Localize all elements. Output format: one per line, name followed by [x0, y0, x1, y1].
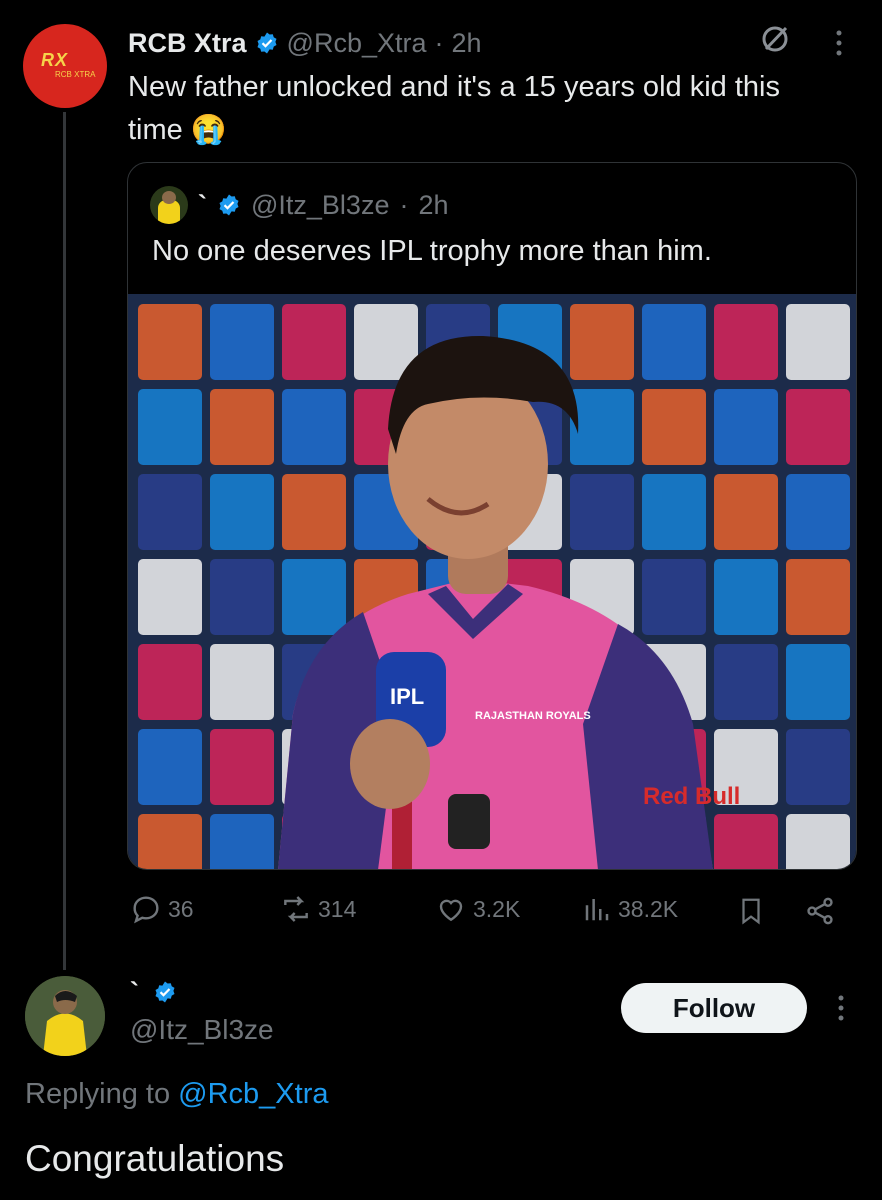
- jersey-text: RAJASTHAN ROYALS: [475, 710, 591, 722]
- replying-prefix: Replying to: [25, 1078, 171, 1110]
- reply-action[interactable]: 36: [130, 893, 194, 925]
- sponsor-tile: [642, 304, 706, 380]
- reply-text: Congratulations: [25, 1138, 285, 1179]
- sponsor-tile: [282, 559, 346, 635]
- sponsor-tile: [714, 814, 778, 869]
- sponsor-tile: [714, 389, 778, 465]
- dot-separator: ·: [434, 27, 444, 58]
- author-name[interactable]: RCB Xtra: [128, 28, 247, 59]
- share-icon[interactable]: [804, 895, 836, 927]
- sponsor-tile: [210, 644, 274, 720]
- author-handle[interactable]: @Rcb_Xtra: [287, 28, 427, 59]
- views-count: 38.2K: [618, 895, 679, 922]
- grok-icon[interactable]: [758, 22, 792, 56]
- mic-text: IPL: [390, 684, 424, 709]
- thread-line: [63, 112, 66, 970]
- sponsor-tile: [714, 474, 778, 550]
- more-icon[interactable]: [836, 30, 842, 56]
- tweet-text: New father unlocked and it's a 15 years …: [128, 71, 780, 146]
- sponsor-tile: [138, 729, 202, 805]
- like-count: 3.2K: [473, 895, 521, 922]
- quote-handle: @Itz_Bl3ze: [251, 189, 390, 220]
- sponsor-tile: [138, 304, 202, 380]
- sponsor-text: Red Bull: [643, 783, 740, 810]
- reply-count: 36: [168, 895, 194, 922]
- quote-author-name: `: [198, 189, 207, 220]
- views-action[interactable]: 38.2K: [582, 893, 678, 925]
- sponsor-tile: [570, 389, 634, 465]
- verified-icon: [219, 194, 239, 216]
- sponsor-tile: [642, 389, 706, 465]
- quote-card[interactable]: ` @Itz_Bl3ze · 2h No one deserves IPL trop…: [127, 162, 857, 870]
- verified-icon: [257, 32, 277, 54]
- bookmark-icon[interactable]: [736, 895, 766, 927]
- sponsor-tile: [138, 389, 202, 465]
- reply-author-name[interactable]: `: [130, 977, 139, 1008]
- sponsor-tile: [210, 729, 274, 805]
- sponsor-tile: [786, 389, 850, 465]
- sponsor-tile: [210, 559, 274, 635]
- quote-time: 2h: [418, 189, 449, 220]
- like-icon: [439, 899, 463, 922]
- quote-avatar: [150, 186, 188, 224]
- reply-avatar[interactable]: [25, 976, 105, 1056]
- sponsor-tile: [210, 389, 274, 465]
- reply-icon: [133, 896, 159, 924]
- sponsor-tile: [642, 559, 706, 635]
- sponsor-tile: [786, 644, 850, 720]
- sponsor-tile: [714, 304, 778, 380]
- sponsor-tile: [210, 814, 274, 869]
- avatar-logo: RX: [41, 50, 69, 70]
- more-icon[interactable]: [838, 995, 844, 1021]
- sponsor-tile: [282, 389, 346, 465]
- sponsor-tile: [642, 474, 706, 550]
- dot-separator: ·: [399, 189, 409, 220]
- replying-mention[interactable]: @Rcb_Xtra: [178, 1078, 328, 1110]
- reply-avatar-photo: [25, 976, 105, 1056]
- follow-button[interactable]: Follow: [621, 983, 807, 1033]
- reply-header: `: [130, 974, 177, 1010]
- sponsor-tile: [714, 559, 778, 635]
- quote-text: No one deserves IPL trophy more than him…: [152, 235, 712, 267]
- avatar-logo-sub: RCB XTRA: [55, 70, 96, 79]
- like-action[interactable]: 3.2K: [435, 893, 520, 925]
- verified-icon: [155, 981, 175, 1003]
- sponsor-tile: [210, 304, 274, 380]
- action-bar: 36 314 3.2K 38.2K: [130, 893, 840, 929]
- sponsor-tile: [138, 814, 202, 869]
- sponsor-tile: [138, 644, 202, 720]
- sponsor-tile: [570, 474, 634, 550]
- sponsor-tile: [786, 304, 850, 380]
- retweet-icon: [284, 896, 308, 922]
- sponsor-tile: [282, 474, 346, 550]
- quote-image[interactable]: IPL RAJASTHAN ROYALS Red Bull: [128, 294, 856, 869]
- quote-header: ` @Itz_Bl3ze · 2h: [150, 185, 449, 225]
- views-icon: [585, 899, 609, 921]
- sponsor-tile: [138, 559, 202, 635]
- sponsor-tile: [210, 474, 274, 550]
- sponsor-tile: [138, 474, 202, 550]
- sponsor-tile: [282, 304, 346, 380]
- replying-to: Replying to @Rcb_Xtra: [25, 1078, 328, 1111]
- tweet-time[interactable]: 2h: [452, 28, 482, 59]
- reply-handle[interactable]: @Itz_Bl3ze: [130, 1014, 274, 1046]
- tweet-header: RCB Xtra @Rcb_Xtra · 2h: [128, 26, 482, 60]
- sponsor-tile: [786, 814, 850, 869]
- sponsor-tile: [786, 729, 850, 805]
- sponsor-tile: [786, 559, 850, 635]
- sponsor-tile: [786, 474, 850, 550]
- quote-photo: IPL RAJASTHAN ROYALS Red Bull: [128, 294, 856, 869]
- sponsor-tile: [570, 304, 634, 380]
- sponsor-tile: [714, 644, 778, 720]
- retweet-action[interactable]: 314: [280, 893, 356, 925]
- author-avatar[interactable]: RX RCB XTRA: [23, 24, 107, 108]
- retweet-count: 314: [318, 895, 357, 922]
